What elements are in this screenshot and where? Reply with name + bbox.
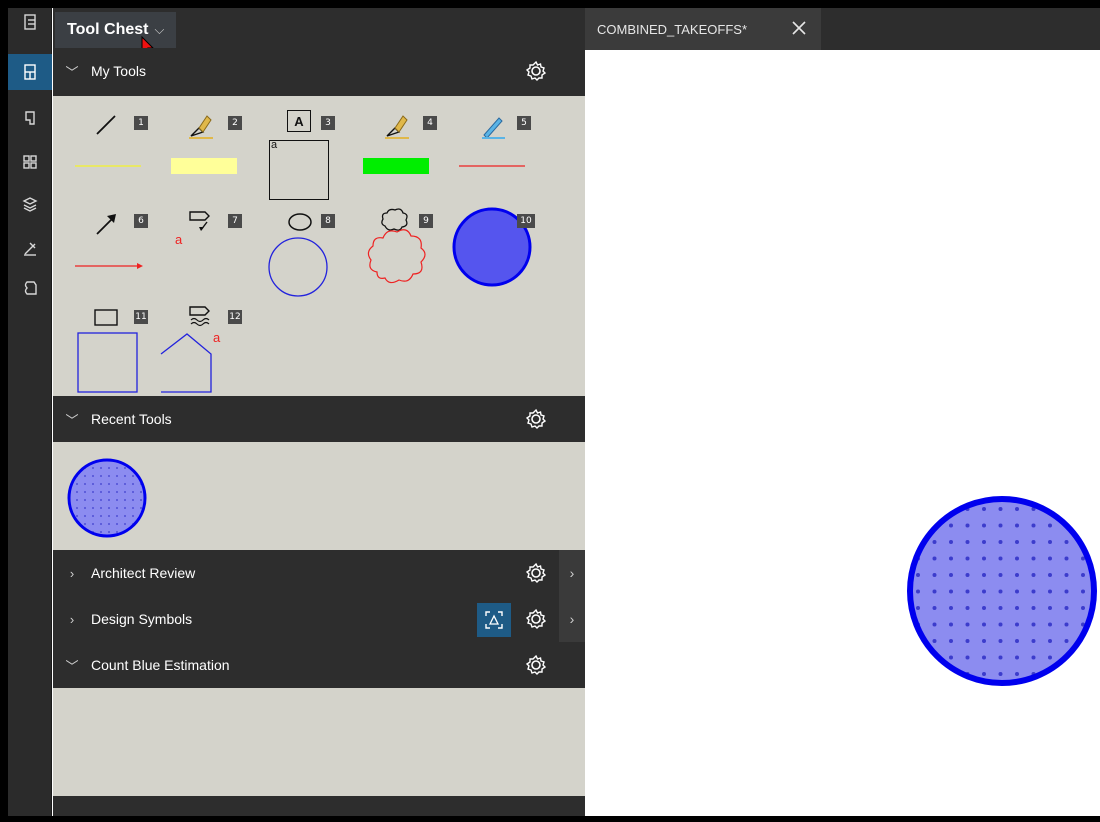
document-tab-bar: COMBINED_TAKEOFFS*: [585, 8, 1100, 50]
tool-item-11[interactable]: 11: [69, 302, 159, 396]
count-markup-circle[interactable]: [904, 495, 1100, 691]
polygon-callout-icon: [189, 306, 210, 327]
tool-item-4[interactable]: 4: [359, 104, 445, 194]
pen-icon: [482, 117, 505, 139]
chevron-down-icon: ⌵: [154, 22, 165, 37]
tool-preview-text: a: [213, 330, 221, 345]
gear-icon[interactable]: [525, 408, 547, 430]
tool-number-badge: 8: [321, 214, 335, 228]
window-edge-bottom: [0, 816, 1100, 822]
tool-item-6[interactable]: 6: [69, 204, 155, 284]
recent-tool-dotted-circle[interactable]: [65, 456, 149, 540]
close-icon[interactable]: [790, 19, 808, 37]
tool-number-badge: 4: [423, 116, 437, 130]
tool-chest-panel: Tool Chest ⌵ ﹀ My Tools 1 2 A 3 a 4 5 6 …: [53, 8, 585, 816]
tool-item-12[interactable]: 12 a: [157, 302, 257, 396]
tool-preview-text: a: [271, 139, 278, 151]
gear-icon[interactable]: [525, 562, 547, 584]
highlighter-icon: [385, 115, 409, 139]
chevron-right-icon: ›: [69, 565, 75, 581]
count-blue-estimation-tools: [53, 688, 585, 796]
tool-number-badge: 3: [321, 116, 335, 130]
tool-number-badge: 6: [134, 214, 148, 228]
capture-snapshot-button[interactable]: [477, 603, 511, 637]
gear-icon[interactable]: [525, 60, 547, 82]
markups-list-icon[interactable]: [8, 8, 52, 36]
app-window: Tool Chest ⌵ ﹀ My Tools 1 2 A 3 a 4 5 6 …: [0, 0, 1100, 822]
section-label-recent-tools: Recent Tools: [91, 411, 172, 427]
tool-chest-dropdown[interactable]: Tool Chest ⌵: [55, 12, 177, 48]
panel-footer: [53, 796, 585, 816]
tool-chest-header: Tool Chest ⌵: [53, 8, 585, 57]
chevron-down-icon: ﹀: [65, 658, 79, 674]
callout-icon: [189, 211, 210, 231]
chevron-right-icon: ›: [69, 611, 75, 627]
line-icon: [96, 115, 116, 135]
tool-number-badge: 2: [228, 116, 242, 130]
section-label-architect-review: Architect Review: [91, 565, 196, 581]
tool-preview-blue-rectangle: [77, 332, 138, 393]
expand-arrow-icon[interactable]: ›: [559, 596, 585, 642]
section-header-recent-tools[interactable]: ﹀ Recent Tools: [53, 396, 585, 442]
my-tools-grid: 1 2 A 3 a 4 5 6 7 a 8 9 10 11 12 a: [53, 96, 585, 396]
tool-preview-text: a: [175, 232, 183, 247]
section-header-count-blue-estimation[interactable]: ﹀ Count Blue Estimation: [53, 642, 585, 688]
tool-item-1[interactable]: 1: [69, 104, 155, 194]
section-label-design-symbols: Design Symbols: [91, 611, 193, 627]
text-box-icon: A: [287, 110, 311, 132]
tool-number-badge: 11: [134, 310, 148, 324]
document-canvas[interactable]: [586, 50, 1100, 816]
snapshot-icon: [485, 611, 503, 629]
tool-preview-text-box: a: [269, 139, 329, 200]
tool-number-badge: 7: [228, 214, 242, 228]
gear-icon[interactable]: [525, 608, 547, 630]
tool-preview-red-cloud: [367, 229, 426, 284]
tool-preview-red-line: [459, 165, 525, 167]
tool-item-9[interactable]: 9: [359, 204, 449, 304]
gear-icon[interactable]: [525, 654, 547, 676]
highlighter-icon: [189, 115, 213, 139]
measurements-icon[interactable]: [8, 230, 52, 266]
document-tab-label: COMBINED_TAKEOFFS*: [597, 21, 748, 37]
tool-preview-green-highlight: [363, 158, 429, 174]
layers-grid-icon[interactable]: [8, 144, 52, 180]
signatures-icon[interactable]: [8, 270, 52, 306]
left-panel-rail: [8, 8, 52, 816]
tool-number-badge: 12: [228, 310, 242, 324]
tool-chest-title: Tool Chest: [67, 21, 149, 38]
document-tab[interactable]: COMBINED_TAKEOFFS*: [585, 8, 821, 50]
chevron-down-icon: ﹀: [65, 64, 79, 80]
tool-preview-yellow-highlight: [171, 158, 237, 174]
chevron-down-icon: ﹀: [65, 412, 79, 428]
thumbnails-icon[interactable]: [8, 100, 52, 136]
ellipse-icon: [288, 213, 312, 231]
tool-item-3[interactable]: A 3 a: [263, 104, 353, 204]
window-edge-left: [0, 0, 8, 822]
tool-preview-blue-polygon: [160, 333, 212, 393]
stack-layers-icon[interactable]: [8, 186, 52, 222]
section-label-count-blue-estimation: Count Blue Estimation: [91, 657, 230, 673]
tool-number-badge: 10: [517, 214, 535, 228]
rectangle-icon: [94, 309, 118, 326]
tool-item-8[interactable]: 8: [263, 204, 353, 304]
arrow-icon: [96, 214, 116, 235]
section-label-my-tools: My Tools: [91, 63, 146, 79]
section-header-architect-review[interactable]: › Architect Review ›: [53, 550, 585, 596]
tool-item-2[interactable]: 2: [165, 104, 251, 194]
section-header-my-tools[interactable]: ﹀ My Tools: [53, 48, 585, 94]
tool-preview-blue-circle: [268, 237, 328, 297]
section-header-design-symbols[interactable]: › Design Symbols ›: [53, 596, 585, 642]
expand-arrow-icon[interactable]: ›: [559, 550, 585, 596]
tool-item-10[interactable]: 10: [449, 204, 539, 294]
tool-number-badge: 1: [134, 116, 148, 130]
tool-chest-icon[interactable]: [8, 54, 52, 90]
tool-item-7[interactable]: 7 a: [165, 204, 255, 284]
tool-item-5[interactable]: 5: [455, 104, 541, 194]
tool-preview-yellow-line: [75, 165, 141, 167]
tool-preview-red-arrow: [75, 263, 143, 269]
window-edge-top: [0, 0, 1100, 8]
tool-number-badge: 5: [517, 116, 531, 130]
recent-tools-list: [53, 442, 585, 550]
